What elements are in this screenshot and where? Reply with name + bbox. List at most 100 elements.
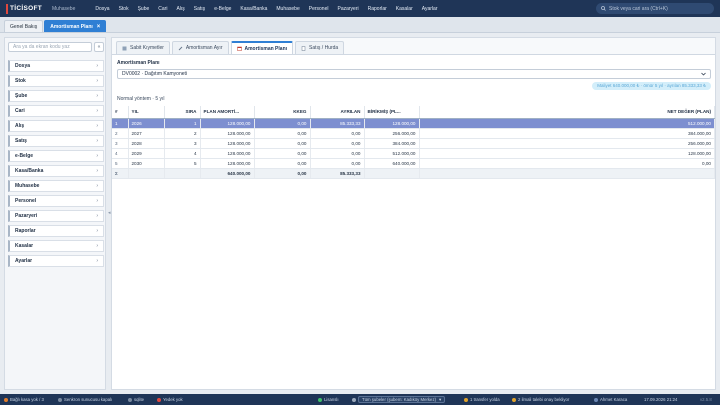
sidebar-item-label: Pazaryeri [15, 213, 38, 219]
global-search-input[interactable]: Stok veya cari ara (Ctrl+K) [596, 3, 714, 14]
menu-personel[interactable]: Personel [309, 6, 329, 12]
table-row[interactable]: 2 2027 2 128.000,00 0,00 0,00 256.000,00… [112, 128, 715, 139]
total-symbol: Σ [112, 168, 129, 179]
branch-select[interactable]: Tüm şubeler (şubem: Kadıköy Merkez) ▾ [352, 394, 446, 405]
status-version: v2.5.8 [700, 394, 712, 405]
sidebar-item-sube[interactable]: Şube › [8, 90, 104, 102]
table-cell: 0,00 [254, 128, 311, 139]
calendar-icon [236, 46, 242, 51]
table-cell: 0,00 [310, 138, 365, 149]
column-header[interactable]: YIL [128, 106, 165, 119]
sidebar-item-satis[interactable]: Satış › [8, 135, 104, 147]
module-name: Muhasebe [52, 5, 76, 12]
sidebar-item-kasa-banka[interactable]: Kasa/Banka › [8, 165, 104, 177]
document-icon [301, 45, 306, 51]
menu-satis[interactable]: Satış [194, 6, 205, 12]
sidebar-item-dosya[interactable]: Dosya › [8, 60, 104, 72]
table-cell: 2030 [128, 158, 165, 169]
tab-satis-hurda[interactable]: Satış / Hurda [295, 41, 345, 54]
menu-muhasebe[interactable]: Muhasebe [276, 6, 299, 12]
sidebar-item-raporlar[interactable]: Raporlar › [8, 225, 104, 237]
chevron-right-icon: › [96, 123, 98, 129]
sidebar-item-label: Raporlar [15, 228, 36, 234]
menu-cari[interactable]: Cari [158, 6, 167, 12]
column-header[interactable]: SIRA [164, 106, 201, 119]
status-approval[interactable]: 2 ilmali talebi onay bekliyor [512, 394, 569, 405]
sidebar-item-ayarlar[interactable]: Ayarlar › [8, 255, 104, 267]
wrench-icon [178, 46, 183, 50]
sidebar-item-label: Satış [15, 138, 27, 144]
status-text: 1 transfer yolda [470, 397, 500, 402]
brand-mark [6, 3, 8, 14]
brand[interactable]: TİCİSOFT Muhasebe [6, 3, 76, 14]
sidebar-item-personel[interactable]: Personel › [8, 195, 104, 207]
top-navigation-bar: TİCİSOFT Muhasebe Dosya Stok Şube Cari A… [0, 0, 720, 17]
menu-ayarlar[interactable]: Ayarlar [422, 6, 438, 12]
sidebar-item-label: Dosya [15, 63, 31, 69]
sidebar-item-label: Cari [15, 108, 25, 114]
menu-raporlar[interactable]: Raporlar [368, 6, 387, 12]
sidebar-item-label: Stok [15, 78, 26, 84]
table-cell: 0,00 [310, 158, 365, 169]
chevron-right-icon: › [96, 228, 98, 234]
menu-alis[interactable]: Alış [176, 6, 184, 12]
database-dot-icon [128, 397, 132, 402]
tab-amortisman-ayir[interactable]: Amortisman Ayır [171, 41, 229, 54]
column-header[interactable]: PLAN AMORTİ... [200, 106, 255, 119]
table-cell [164, 168, 201, 179]
table-cell: 128.000,00 [200, 118, 255, 129]
sidebar-item-label: Alış [15, 123, 25, 129]
chevron-right-icon: › [96, 198, 98, 204]
menu-sube[interactable]: Şube [138, 6, 150, 12]
sidebar-item-e-belge[interactable]: e-Belge › [8, 150, 104, 162]
sidebar-item-pazaryeri[interactable]: Pazaryeri › [8, 210, 104, 222]
column-header[interactable]: BİRİKMİŞ (PL... [364, 106, 420, 119]
column-header[interactable]: AYRILAN [310, 106, 365, 119]
asset-select[interactable]: DV0002 · Dağıtım Kamyoneti [117, 69, 711, 79]
sidebar-item-label: Şube [15, 93, 28, 99]
menu-dosya[interactable]: Dosya [95, 6, 109, 12]
table-cell: 384.000,00 [364, 138, 420, 149]
total-kkeg: 0,00 [254, 168, 311, 179]
asset-select-value: DV0002 · Dağıtım Kamyoneti [122, 71, 188, 77]
menu-pazaryeri[interactable]: Pazaryeri [337, 6, 358, 12]
table-row[interactable]: 5 2030 5 128.000,00 0,00 0,00 640.000,00… [112, 158, 715, 169]
table-cell: 2028 [128, 138, 165, 149]
version-text: v2.5.8 [700, 397, 712, 402]
table-cell: 1 [164, 118, 201, 129]
method-period-label: Normal yöntem · 5 yıl [117, 96, 165, 102]
tab-label: Amortisman Ayır [185, 45, 223, 51]
table-cell: 2026 [128, 118, 165, 129]
sidebar-item-cari[interactable]: Cari › [8, 105, 104, 117]
menu-stok[interactable]: Stok [119, 6, 129, 12]
sidebar-collapse-button[interactable]: « [94, 42, 104, 52]
column-header[interactable]: KKEG [254, 106, 311, 119]
tab-amortisman-plani[interactable]: Amortisman Planı × [44, 20, 107, 32]
sidebar-item-kasalar[interactable]: Kasalar › [8, 240, 104, 252]
branch-select-box[interactable]: Tüm şubeler (şubem: Kadıköy Merkez) ▾ [358, 396, 446, 403]
menu-kasalar[interactable]: Kasalar [396, 6, 413, 12]
column-header[interactable]: # [112, 106, 129, 119]
tab-genel-bakis[interactable]: Genel Bakış [4, 20, 44, 32]
sidebar-item-label: e-Belge [15, 153, 34, 159]
table-cell: 128.000,00 [419, 148, 715, 159]
column-header[interactable]: NET DEĞER (PLAN) [419, 106, 715, 119]
status-transfer[interactable]: 1 transfer yolda [464, 394, 500, 405]
table-row[interactable]: 4 2029 4 128.000,00 0,00 0,00 512.000,00… [112, 148, 715, 159]
menu-e-belge[interactable]: e-Belge [214, 6, 231, 12]
window-tabs: Genel Bakış Amortisman Planı × [0, 17, 720, 33]
sidebar-item-stok[interactable]: Stok › [8, 75, 104, 87]
sidebar: Ara ya da ekran kodu yaz « Dosya › Stok › … [4, 37, 106, 390]
table-row[interactable]: 3 2028 3 128.000,00 0,00 0,00 384.000,00… [112, 138, 715, 149]
sidebar-item-muhasebe[interactable]: Muhasebe › [8, 180, 104, 192]
tab-sabit-kiymetler[interactable]: Sabit Kıymetler [116, 41, 170, 54]
tab-amortisman-plani[interactable]: Amortisman Planı [230, 41, 294, 54]
user-menu[interactable]: Ahmet Karaca [594, 394, 627, 405]
close-icon[interactable]: × [97, 24, 101, 30]
table-cell: 512.000,00 [364, 148, 420, 159]
status-text: sqlite [134, 397, 145, 402]
table-row[interactable]: 1 2026 1 128.000,00 0,00 85.333,33 128.0… [112, 118, 715, 129]
sidebar-search-input[interactable]: Ara ya da ekran kodu yaz [8, 42, 92, 52]
menu-kasa-banka[interactable]: Kasa/Banka [240, 6, 267, 12]
sidebar-item-alis[interactable]: Alış › [8, 120, 104, 132]
